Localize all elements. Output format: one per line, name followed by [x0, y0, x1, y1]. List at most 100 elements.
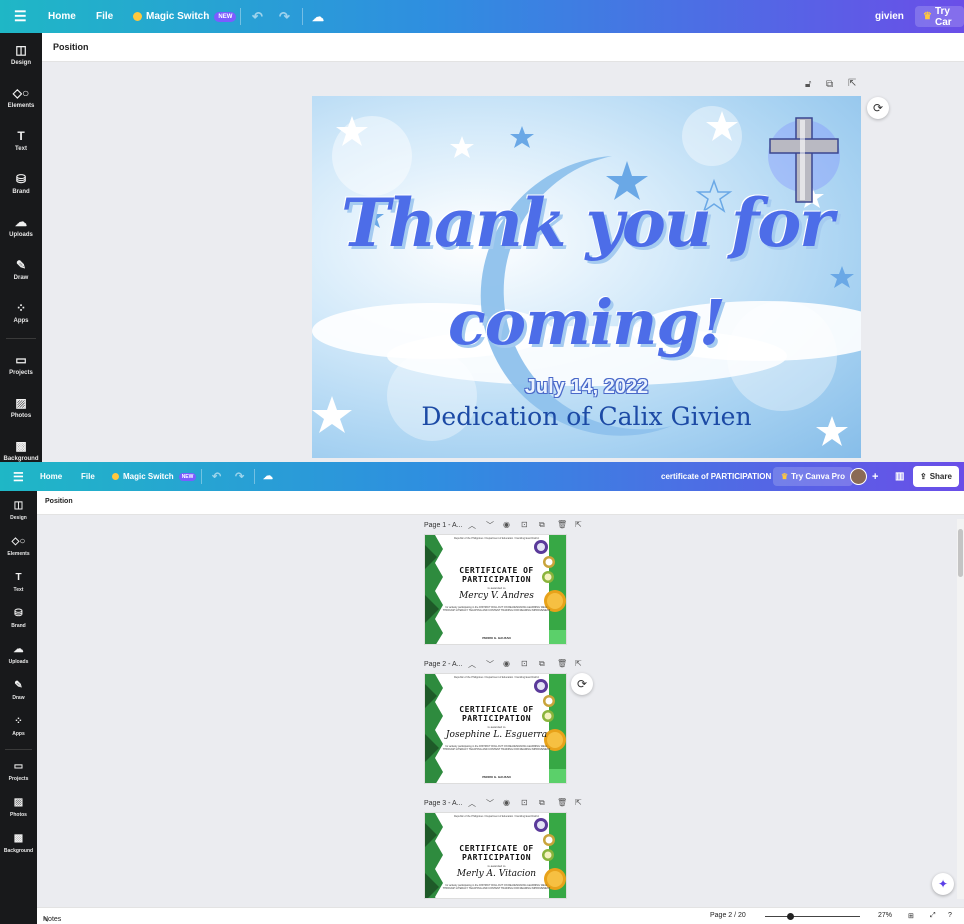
- help-icon[interactable]: ?: [948, 912, 952, 919]
- certificate-page-3[interactable]: Republic of the Philippines / Department…: [424, 812, 567, 899]
- home-menu[interactable]: Home: [48, 0, 76, 33]
- sidebar-item-design[interactable]: ◫ Design: [0, 500, 37, 521]
- grid-view-icon[interactable]: ⊞: [908, 912, 914, 920]
- page-label[interactable]: Page 1 - A...: [424, 522, 463, 529]
- crown-icon: ♛: [923, 11, 932, 22]
- eye-icon[interactable]: ◉: [503, 659, 510, 668]
- cloud-save-icon[interactable]: ☁: [312, 0, 324, 33]
- scroll-thumb[interactable]: [958, 529, 963, 577]
- duplicate-icon[interactable]: ⧉: [539, 520, 545, 530]
- add-page-icon[interactable]: ⇱: [575, 659, 582, 668]
- hamburger-icon[interactable]: ☰: [13, 462, 24, 491]
- sidebar-item-apps[interactable]: ⁘ Apps: [0, 301, 42, 324]
- position-button[interactable]: Position: [53, 42, 89, 52]
- sidebar-item-brand[interactable]: ⛁ Brand: [0, 608, 37, 629]
- certificate-page-2[interactable]: Republic of the Philippines / Department…: [424, 673, 567, 784]
- try-canva-pro-button[interactable]: ♛ Try Car: [915, 6, 964, 28]
- trash-icon[interactable]: 🗑︎: [557, 798, 567, 807]
- sidebar-item-draw[interactable]: ✎ Draw: [0, 680, 37, 701]
- chevron-up-icon[interactable]: ︿: [468, 520, 476, 531]
- hamburger-icon[interactable]: ☰: [14, 0, 27, 33]
- magic-sparkle-icon[interactable]: ✦: [932, 873, 954, 895]
- crown-icon: ♛: [781, 472, 789, 481]
- chevron-down-icon[interactable]: ﹀: [486, 520, 494, 531]
- trash-icon[interactable]: 🗑︎: [557, 520, 567, 529]
- chevron-up-icon[interactable]: ︿: [468, 659, 476, 670]
- zoom-level[interactable]: 27%: [878, 912, 892, 919]
- scrollbar[interactable]: [957, 519, 964, 899]
- refresh-icon[interactable]: ⟳: [867, 97, 889, 119]
- file-menu[interactable]: File: [96, 0, 113, 33]
- redo-icon[interactable]: ↷: [235, 462, 244, 491]
- context-toolbar: Position: [42, 33, 964, 62]
- event-date[interactable]: July 14, 2022: [312, 376, 861, 399]
- thank-you-line2[interactable]: coming!: [312, 286, 861, 359]
- chevron-up-icon[interactable]: ︿: [468, 798, 476, 809]
- user-name[interactable]: givien: [875, 0, 904, 33]
- lock-icon[interactable]: ⊡: [521, 659, 528, 668]
- sidebar-item-text[interactable]: T Text: [0, 572, 37, 593]
- sidebar-item-background[interactable]: ▩ Background: [0, 833, 37, 854]
- sidebar-item-background[interactable]: ▩ Background: [0, 439, 42, 462]
- sidebar-item-brand[interactable]: ⛁ Brand: [0, 172, 42, 195]
- eye-icon[interactable]: ◉: [503, 798, 510, 807]
- undo-icon[interactable]: ↶: [252, 0, 263, 33]
- certificate-page-1[interactable]: Republic of the Philippines / Department…: [424, 534, 567, 645]
- add-page-icon[interactable]: ⇱: [575, 520, 582, 529]
- duplicate-icon[interactable]: ⧉: [826, 79, 833, 90]
- sidebar-item-photos[interactable]: ▨ Photos: [0, 396, 42, 419]
- magic-switch-button[interactable]: Magic Switch NEW: [112, 462, 197, 491]
- recipient-name: Merly A. Vitacion: [456, 869, 537, 879]
- fullscreen-icon[interactable]: ⤢: [930, 912, 936, 920]
- avatar[interactable]: [850, 468, 867, 485]
- trash-icon[interactable]: 🗑︎: [557, 659, 567, 668]
- add-page-icon[interactable]: ⇱: [848, 78, 856, 89]
- file-menu[interactable]: File: [81, 462, 95, 491]
- refresh-icon[interactable]: ⟳: [571, 673, 593, 695]
- page-indicator[interactable]: Page 2 / 20: [710, 912, 746, 919]
- home-menu[interactable]: Home: [40, 462, 62, 491]
- position-button[interactable]: Position: [45, 498, 73, 505]
- redo-icon[interactable]: ↷: [279, 0, 290, 33]
- eye-icon[interactable]: ◉: [503, 520, 510, 529]
- lock-icon[interactable]: 🔓︎: [805, 79, 811, 90]
- page-label[interactable]: Page 2 - A...: [424, 661, 463, 668]
- add-user-icon[interactable]: +: [872, 462, 878, 491]
- sidebar-item-draw[interactable]: ✎ Draw: [0, 258, 42, 281]
- duplicate-icon[interactable]: ⧉: [539, 659, 545, 669]
- thank-you-design[interactable]: Thank you for coming! July 14, 2022 Dedi…: [312, 96, 861, 458]
- share-button[interactable]: ⇪ Share: [913, 466, 959, 487]
- sidebar-item-elements[interactable]: ◇○ Elements: [0, 86, 42, 109]
- chevron-down-icon[interactable]: ﹀: [486, 798, 494, 809]
- magic-switch-button[interactable]: Magic Switch NEW: [133, 0, 237, 33]
- sidebar-item-projects[interactable]: ▭ Projects: [0, 353, 42, 376]
- undo-icon[interactable]: ↶: [212, 462, 221, 491]
- sidebar-item-elements[interactable]: ◇○ Elements: [0, 536, 37, 557]
- recipient-name: Mercy V. Andres: [459, 591, 534, 601]
- page-label[interactable]: Page 3 - A...: [424, 800, 463, 807]
- analytics-icon[interactable]: ▥: [895, 462, 904, 491]
- sidebar-item-design[interactable]: ◫ Design: [0, 43, 42, 66]
- sidebar-item-uploads[interactable]: ☁ Uploads: [0, 215, 42, 238]
- cloud-save-icon[interactable]: ☁: [263, 462, 273, 491]
- try-canva-pro-button[interactable]: ♛ Try Canva Pro: [773, 467, 853, 486]
- lock-icon[interactable]: ⊡: [521, 520, 528, 529]
- certificate-title-2: PARTICIPATION: [461, 853, 532, 862]
- sidebar-item-text[interactable]: T Text: [0, 129, 42, 152]
- lock-icon[interactable]: ⊡: [521, 798, 528, 807]
- sidebar-item-photos[interactable]: ▨ Photos: [0, 797, 37, 818]
- sidebar-item-projects[interactable]: ▭ Projects: [0, 761, 37, 782]
- thank-you-line1[interactable]: Thank you for: [312, 184, 861, 262]
- background-icon: ▩: [13, 833, 24, 844]
- duplicate-icon[interactable]: ⧉: [539, 798, 545, 808]
- zoom-slider-knob[interactable]: [787, 913, 794, 920]
- zoom-slider[interactable]: [765, 916, 860, 917]
- context-toolbar: Position: [37, 491, 964, 515]
- upload-icon: ☁: [15, 215, 27, 229]
- add-page-icon[interactable]: ⇱: [575, 798, 582, 807]
- chevron-down-icon[interactable]: ﹀: [486, 659, 494, 670]
- event-title[interactable]: Dedication of Calix Givien: [312, 402, 861, 431]
- document-title[interactable]: certificate of PARTICIPATION: [661, 462, 771, 491]
- sidebar-item-apps[interactable]: ⁘ Apps: [0, 716, 37, 737]
- sidebar-item-uploads[interactable]: ☁ Uploads: [0, 644, 37, 665]
